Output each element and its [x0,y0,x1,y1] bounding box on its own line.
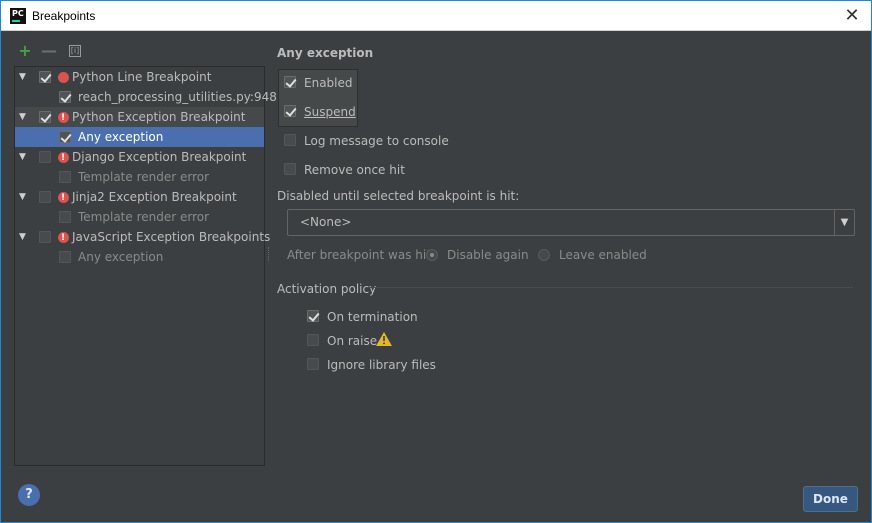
disabled-until-select[interactable]: <None> ▼ [287,209,855,236]
tree-group-django-exception[interactable]: ▼ Django Exception Breakpoint [15,147,264,168]
tree-group-label: Python Exception Breakpoint [72,110,246,124]
tree-checkbox[interactable] [39,151,51,163]
window-title: Breakpoints [32,9,96,23]
tree-item-line-breakpoint[interactable]: reach_processing_utilities.py:948 [15,87,277,107]
expand-arrow-icon[interactable]: ▼ [19,227,31,247]
panel-splitter[interactable] [268,247,270,261]
exception-breakpoint-icon [58,148,69,168]
tree-item-label: Any exception [78,130,164,144]
tree-checkbox[interactable] [59,91,71,103]
on-termination-label: On termination [327,310,418,324]
exception-breakpoint-icon [58,108,69,128]
close-icon[interactable]: ✕ [841,5,863,27]
group-icon[interactable]: [i] [67,43,83,59]
after-hit-label: After breakpoint was hit [287,248,431,262]
breakpoint-tree: ▼ Python Line Breakpoint reach_processin… [14,66,277,466]
leave-enabled-radio[interactable] [538,249,550,261]
leave-enabled-label: Leave enabled [559,248,647,262]
expand-arrow-icon[interactable]: ▼ [19,67,31,87]
dropdown-arrow-icon[interactable]: ▼ [834,210,854,235]
disabled-until-label: Disabled until selected breakpoint is hi… [277,189,520,203]
exception-breakpoint-icon [58,228,69,248]
expand-arrow-icon[interactable]: ▼ [19,187,31,207]
tree-group-javascript-exception[interactable]: ▼ JavaScript Exception Breakpoints [15,227,270,248]
disable-again-radio[interactable] [426,249,438,261]
tree-checkbox[interactable] [59,211,71,223]
breakpoints-dialog: PC Breakpoints ✕ + — [i] ▼ Python Line B… [0,0,872,523]
log-message-label: Log message to console [304,134,449,148]
tree-group-label: Python Line Breakpoint [72,70,212,84]
title-bar: PC Breakpoints ✕ [1,1,871,31]
enabled-label: Enabled [304,76,353,90]
tree-checkbox[interactable] [39,191,51,203]
tree-group-label: Django Exception Breakpoint [72,150,247,164]
breakpoint-red-dot-icon [58,72,69,83]
dialog-content: + — [i] ▼ Python Line Breakpoint reach_p… [1,32,871,522]
tree-checkbox[interactable] [39,111,51,123]
tree-item-label: reach_processing_utilities.py:948 [78,90,277,104]
tree-group-jinja2-exception[interactable]: ▼ Jinja2 Exception Breakpoint [15,187,264,208]
tree-checkbox[interactable] [59,251,71,263]
add-icon[interactable]: + [17,43,33,59]
checkbox[interactable] [307,310,319,322]
separator [369,287,853,288]
tree-item-label: Template render error [78,210,210,224]
checkbox[interactable] [307,358,319,370]
pycharm-app-icon: PC [10,8,26,24]
tree-group-label: Jinja2 Exception Breakpoint [72,190,237,204]
disable-again-label: Disable again [447,248,529,262]
tree-group-python-line[interactable]: ▼ Python Line Breakpoint [15,67,264,87]
tree-item-label: Any exception [78,250,164,264]
checkbox[interactable] [307,334,319,346]
expand-arrow-icon[interactable]: ▼ [19,147,31,167]
exception-breakpoint-icon [58,188,69,208]
tree-checkbox[interactable] [59,171,71,183]
select-value: <None> [300,215,352,229]
ignore-library-label: Ignore library files [327,358,436,372]
warning-icon [376,332,392,346]
checkbox[interactable] [284,105,296,117]
tree-item-template-render-error[interactable]: Template render error [15,167,264,187]
checkbox[interactable] [284,76,296,88]
checkbox[interactable] [284,163,296,175]
tree-checkbox[interactable] [59,131,71,143]
on-raise-label: On raise [327,334,378,348]
suspend-label: Suspend [304,105,356,119]
tree-checkbox[interactable] [39,231,51,243]
help-icon[interactable]: ? [18,484,40,506]
tree-group-python-exception[interactable]: ▼ Python Exception Breakpoint [15,107,264,128]
tree-item-any-exception[interactable]: Any exception [15,247,264,267]
tree-checkbox[interactable] [39,71,51,83]
tree-item-template-render-error[interactable]: Template render error [15,207,264,227]
tree-item-any-exception-selected[interactable]: Any exception [15,127,264,147]
tree-item-label: Template render error [78,170,210,184]
checkbox[interactable] [284,134,296,146]
expand-arrow-icon[interactable]: ▼ [19,107,31,127]
remove-icon[interactable]: — [41,43,57,59]
remove-once-hit-label: Remove once hit [304,163,405,177]
activation-policy-label: Activation policy [277,282,377,296]
done-button[interactable]: Done [803,486,858,512]
tree-group-label: JavaScript Exception Breakpoints [72,230,271,244]
details-title: Any exception [277,46,374,60]
